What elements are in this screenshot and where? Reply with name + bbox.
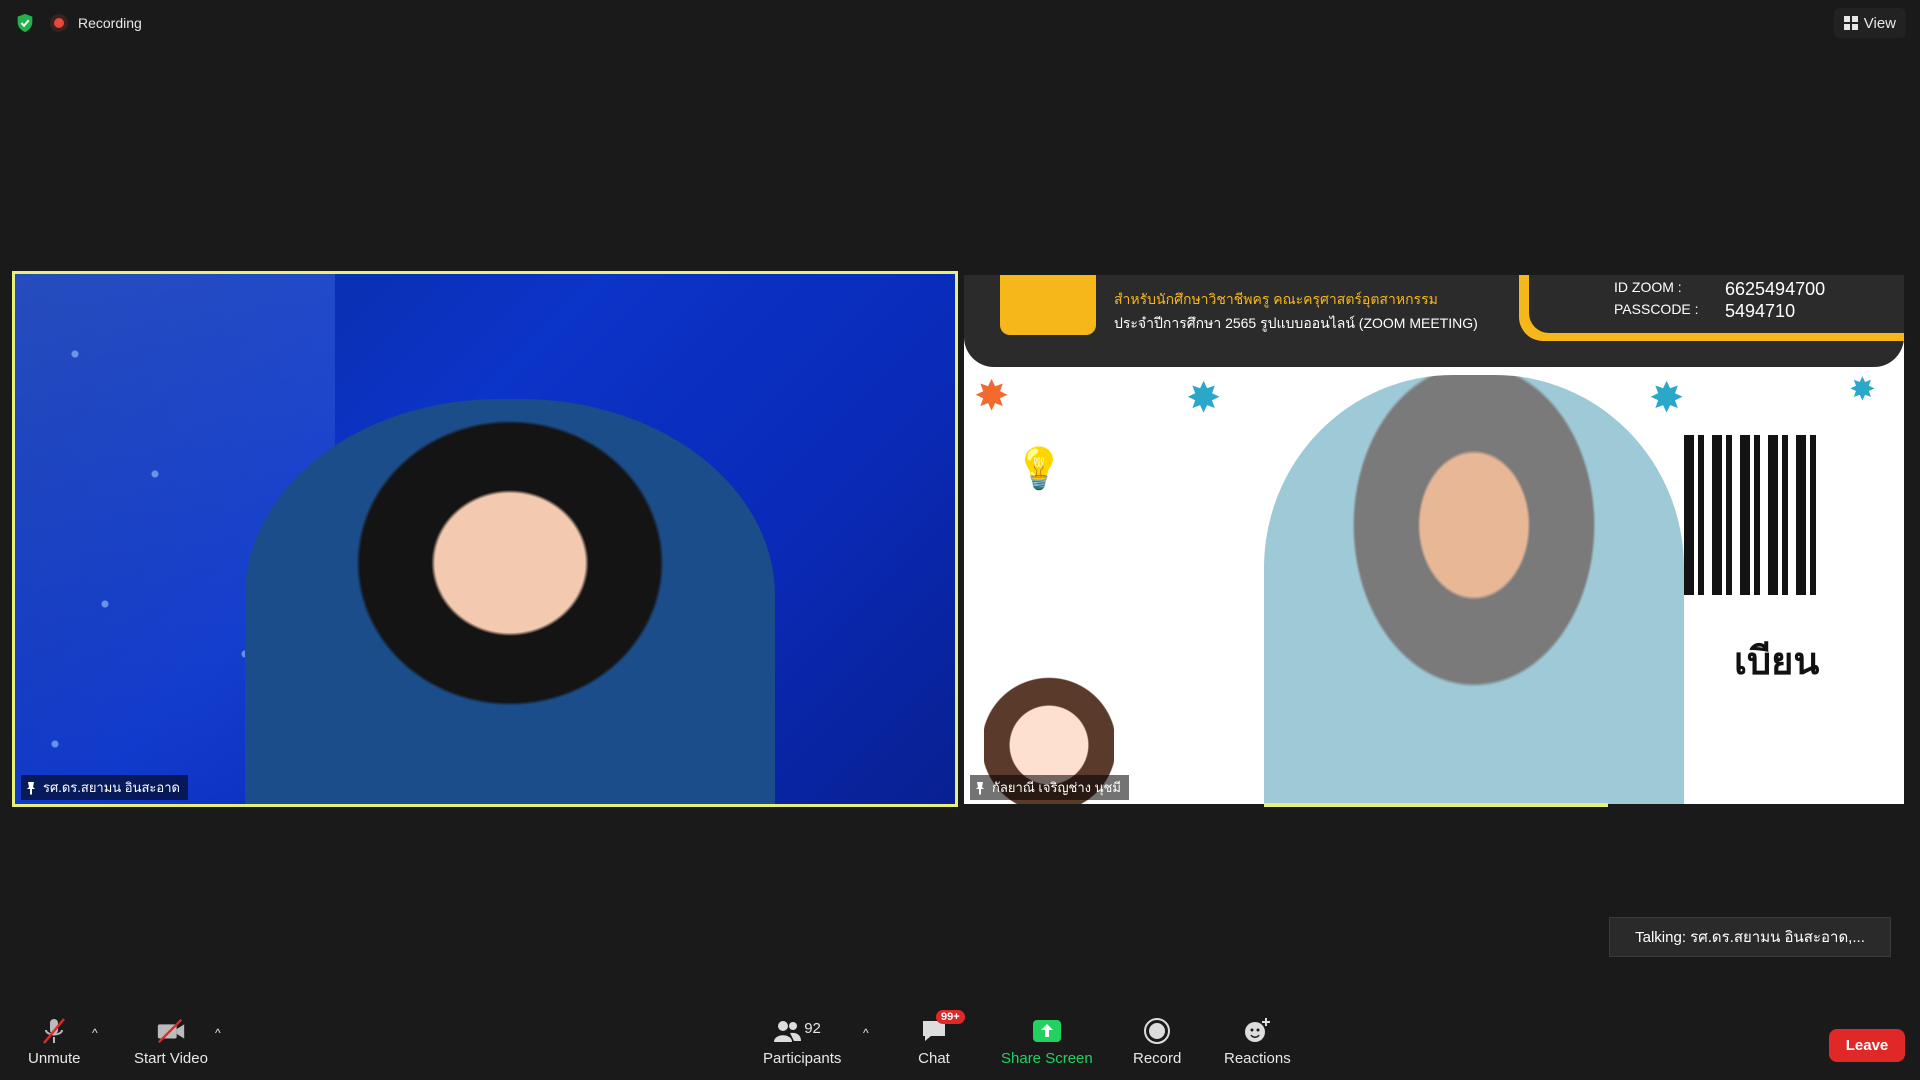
- passcode-value: 5494710: [1725, 301, 1796, 321]
- audio-options-chevron-icon[interactable]: ^: [92, 1026, 98, 1040]
- top-status-bar: Recording: [14, 12, 142, 34]
- qr-code: [1684, 435, 1824, 595]
- view-button[interactable]: View: [1833, 8, 1906, 38]
- share-screen-button[interactable]: Share Screen: [1001, 1016, 1093, 1067]
- talking-indicator: Talking: รศ.ดร.สยามน อินสะอาด,...: [1609, 917, 1891, 957]
- unmute-label: Unmute: [28, 1050, 81, 1067]
- participants-count: 92: [804, 1020, 821, 1037]
- share-screen-icon: [1031, 1016, 1063, 1046]
- reactions-button[interactable]: Reactions: [1224, 1016, 1291, 1067]
- participants-options-chevron-icon[interactable]: ^: [863, 1026, 869, 1040]
- view-label: View: [1863, 14, 1896, 32]
- participants-button[interactable]: 92 Participants: [763, 1016, 841, 1067]
- zoom-id-row: ID ZOOM : 6625494700: [1614, 279, 1825, 300]
- unmute-button[interactable]: Unmute: [28, 1016, 81, 1067]
- document-icon: [1000, 275, 1096, 335]
- star-decoration-icon: ✸: [1649, 374, 1685, 421]
- record-label: Record: [1133, 1050, 1182, 1067]
- participant-name: รศ.ดร.สยามน อินสะอาด: [43, 780, 180, 795]
- participant-name-label: รศ.ดร.สยามน อินสะอาด: [21, 775, 188, 800]
- star-decoration-icon: ✸: [1186, 374, 1222, 421]
- chat-label: Chat: [918, 1050, 950, 1067]
- participant-video: [245, 399, 775, 804]
- smiley-plus-icon: [1241, 1016, 1273, 1046]
- share-screen-label: Share Screen: [1001, 1050, 1093, 1067]
- video-options-chevron-icon[interactable]: ^: [215, 1026, 221, 1040]
- microphone-muted-icon: [38, 1016, 70, 1046]
- recording-indicator[interactable]: Recording: [50, 14, 142, 32]
- recording-label: Recording: [78, 15, 142, 31]
- zoom-id-key: ID ZOOM :: [1614, 279, 1682, 295]
- chat-bubble-icon: 99+: [918, 1010, 965, 1046]
- grid-view-icon: [1843, 16, 1858, 30]
- zoom-meeting-window: Recording View รศ.ดร.สยามน อินสะอาด สำหร…: [0, 0, 1920, 1080]
- record-button[interactable]: Record: [1133, 1016, 1181, 1067]
- banner-line-1: สำหรับนักศึกษาวิชาชีพครู คณะครุศาสตร์อุต…: [1114, 291, 1438, 307]
- banner-text: สำหรับนักศึกษาวิชาชีพครู คณะครุศาสตร์อุต…: [1114, 287, 1478, 335]
- star-decoration-icon: ✸: [1849, 371, 1876, 407]
- video-tile-active-speaker[interactable]: รศ.ดร.สยามน อินสะอาด: [12, 271, 958, 807]
- zoom-id-value: 6625494700: [1725, 279, 1826, 299]
- virtual-background-banner: สำหรับนักศึกษาวิชาชีพครู คณะครุศาสตร์อุต…: [964, 275, 1904, 367]
- lightbulb-icon: 💡: [1014, 447, 1064, 491]
- video-tile-participant[interactable]: สำหรับนักศึกษาวิชาชีพครู คณะครุศาสตร์อุต…: [964, 275, 1904, 804]
- chat-unread-badge: 99+: [936, 1010, 965, 1024]
- start-video-button[interactable]: Start Video: [134, 1016, 208, 1067]
- participants-icon: 92: [772, 1016, 832, 1046]
- zoom-info-box: ID ZOOM : 6625494700 PASSCODE : 5494710: [1519, 275, 1904, 341]
- leave-button[interactable]: Leave: [1829, 1029, 1905, 1062]
- chat-button[interactable]: 99+ Chat: [918, 1010, 965, 1067]
- passcode-key: PASSCODE :: [1614, 301, 1699, 317]
- pin-icon: [976, 781, 984, 795]
- speaking-indicator-bar: [1264, 803, 1608, 807]
- banner-line-2: ประจำปีการศึกษา 2565 รูปแบบออนไลน์ (ZOOM…: [1114, 315, 1478, 331]
- star-decoration-icon: ✸: [974, 372, 1010, 419]
- video-camera-off-icon: [155, 1016, 187, 1046]
- reactions-label: Reactions: [1224, 1050, 1291, 1067]
- participant-video: [1264, 375, 1684, 804]
- security-shield-icon[interactable]: [14, 12, 36, 34]
- participants-label: Participants: [763, 1050, 842, 1067]
- participant-name-label: กัลยาณี เจริญช่าง นุชมี: [970, 775, 1129, 800]
- record-icon: [1141, 1016, 1173, 1046]
- recording-icon: [50, 14, 68, 32]
- meeting-toolbar: Unmute ^ Start Video ^ 92 Participants ^…: [0, 1010, 1920, 1080]
- pin-icon: [27, 781, 35, 795]
- qr-caption: เบียน: [1734, 641, 1820, 683]
- passcode-row: PASSCODE : 5494710: [1614, 301, 1795, 322]
- participant-name: กัลยาณี เจริญช่าง นุชมี: [992, 780, 1121, 795]
- start-video-label: Start Video: [134, 1050, 208, 1067]
